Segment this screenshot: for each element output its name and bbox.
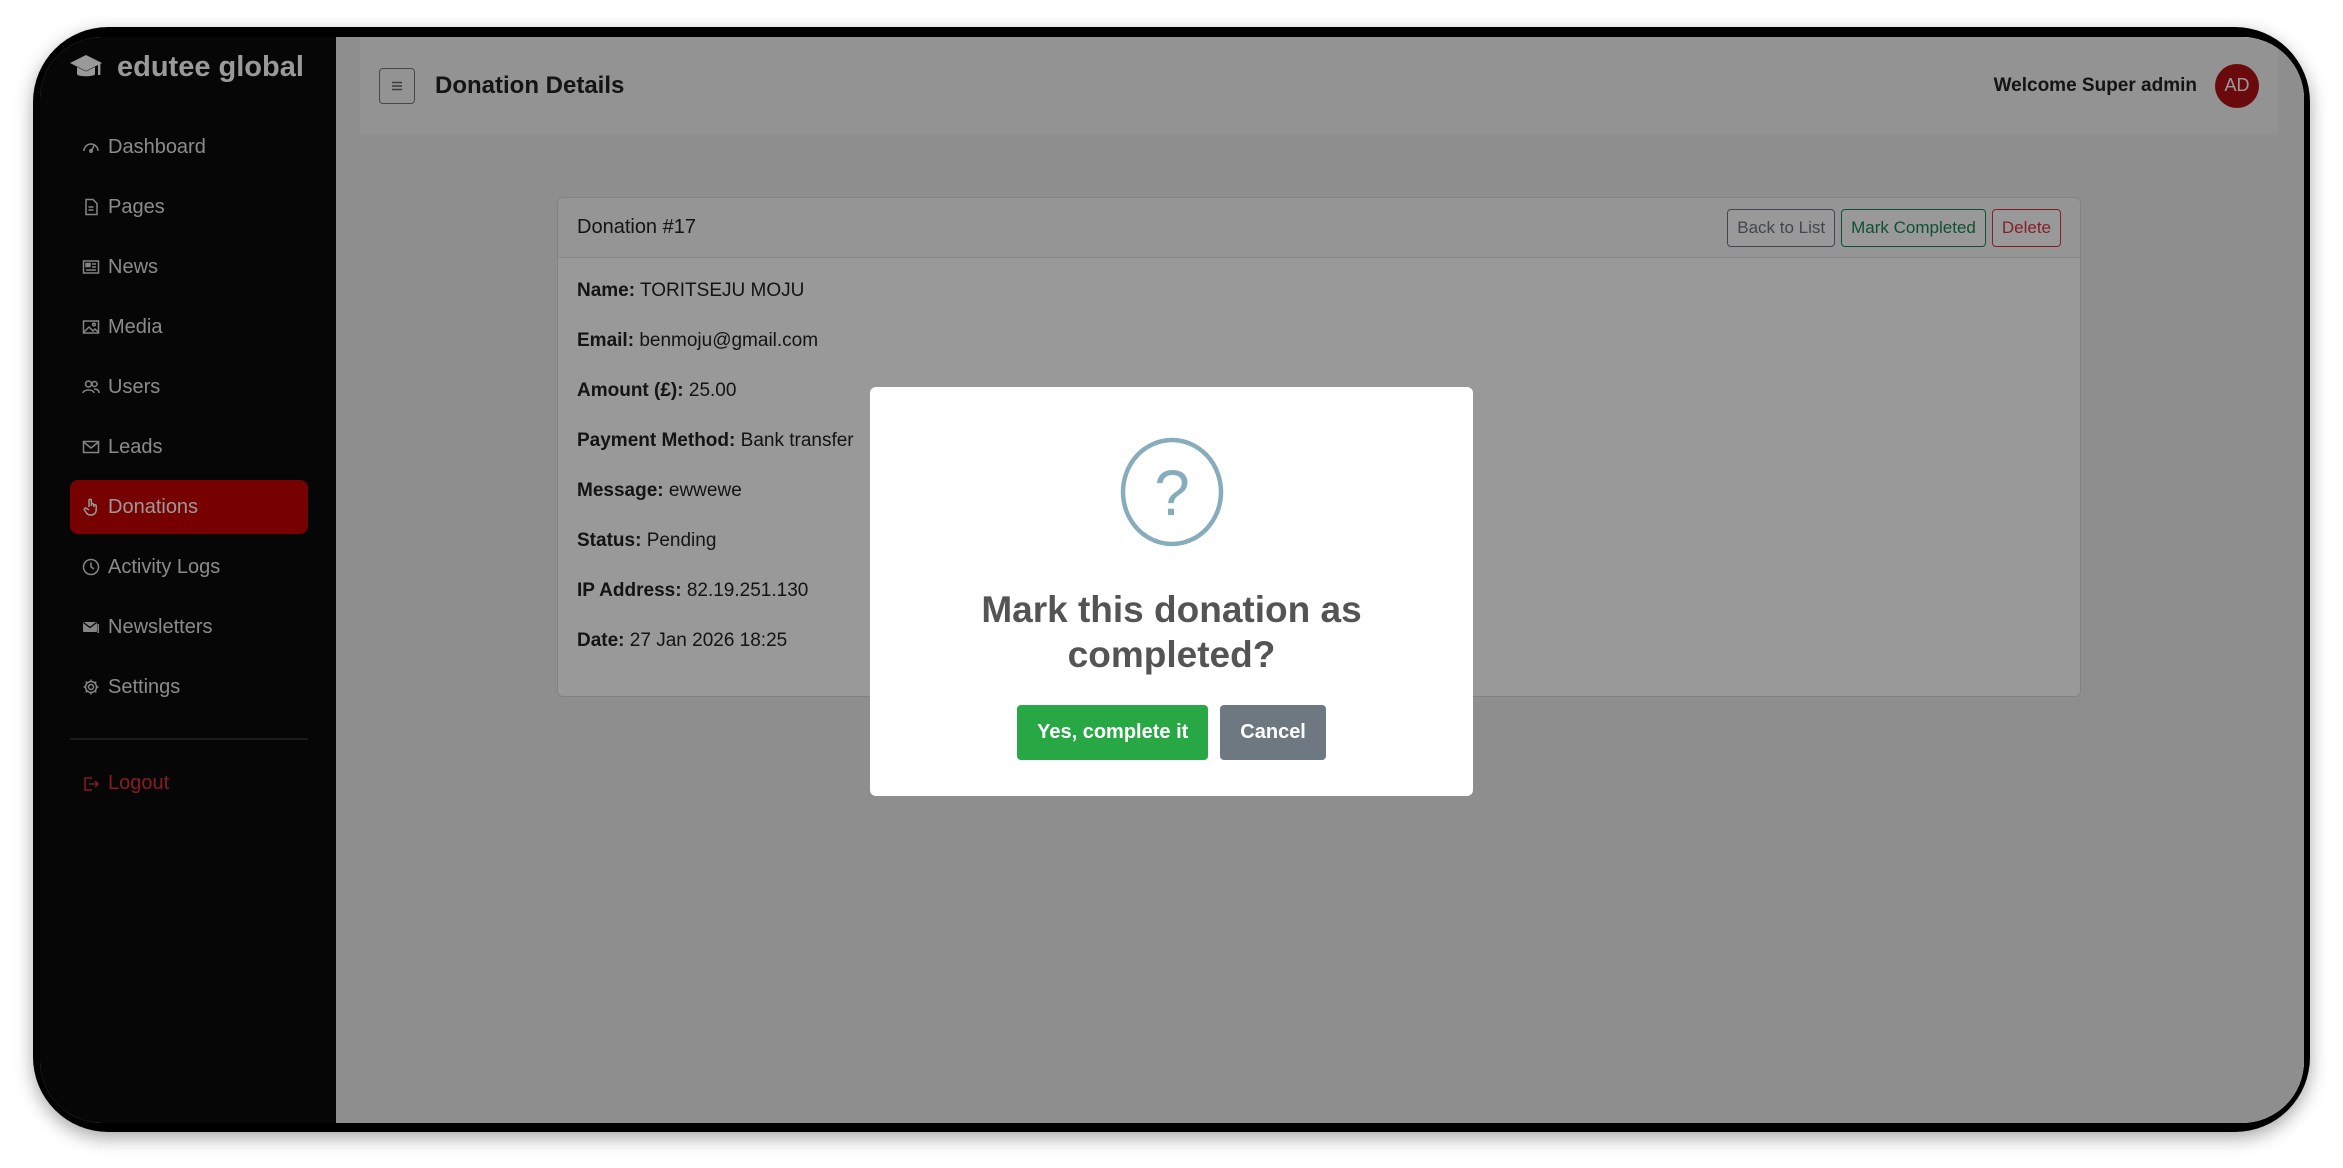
dialog-actions: Yes, complete it Cancel [1017, 705, 1326, 760]
app-screen: edutee global Dashboard Pages News Media… [40, 37, 2304, 1123]
dialog-title: Mark this donation as completed? [981, 589, 1362, 675]
confirm-button[interactable]: Yes, complete it [1017, 705, 1209, 760]
question-icon: ? [1120, 437, 1224, 547]
cancel-button[interactable]: Cancel [1220, 705, 1326, 760]
svg-text:?: ? [1154, 457, 1190, 529]
confirm-dialog: ? Mark this donation as completed? Yes, … [870, 387, 1473, 796]
